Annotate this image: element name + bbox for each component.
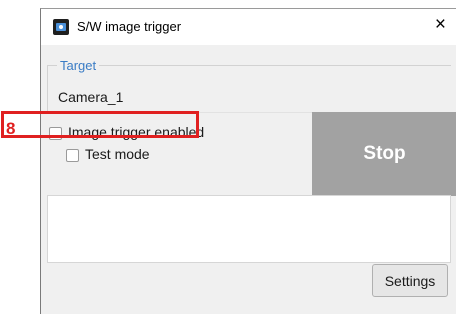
stop-button[interactable]: Stop bbox=[312, 112, 456, 196]
sw-image-trigger-window: S/W image trigger × Target Camera_1 Imag… bbox=[40, 8, 456, 314]
target-legend: Target bbox=[57, 58, 100, 73]
test-mode-label[interactable]: Test mode bbox=[85, 146, 150, 162]
status-log-box bbox=[47, 195, 451, 263]
close-icon[interactable]: × bbox=[435, 14, 446, 36]
screenshot-stage: 8 S/W image trigger × Target Camera_1 Im… bbox=[0, 0, 456, 314]
window-title: S/W image trigger bbox=[77, 19, 182, 34]
target-camera-value: Camera_1 bbox=[58, 89, 124, 105]
test-mode-checkbox[interactable] bbox=[66, 149, 79, 162]
title-bar[interactable]: S/W image trigger × bbox=[41, 9, 456, 45]
camera-app-icon bbox=[53, 19, 69, 35]
annotation-highlight-box bbox=[1, 111, 199, 138]
settings-button[interactable]: Settings bbox=[372, 264, 448, 297]
